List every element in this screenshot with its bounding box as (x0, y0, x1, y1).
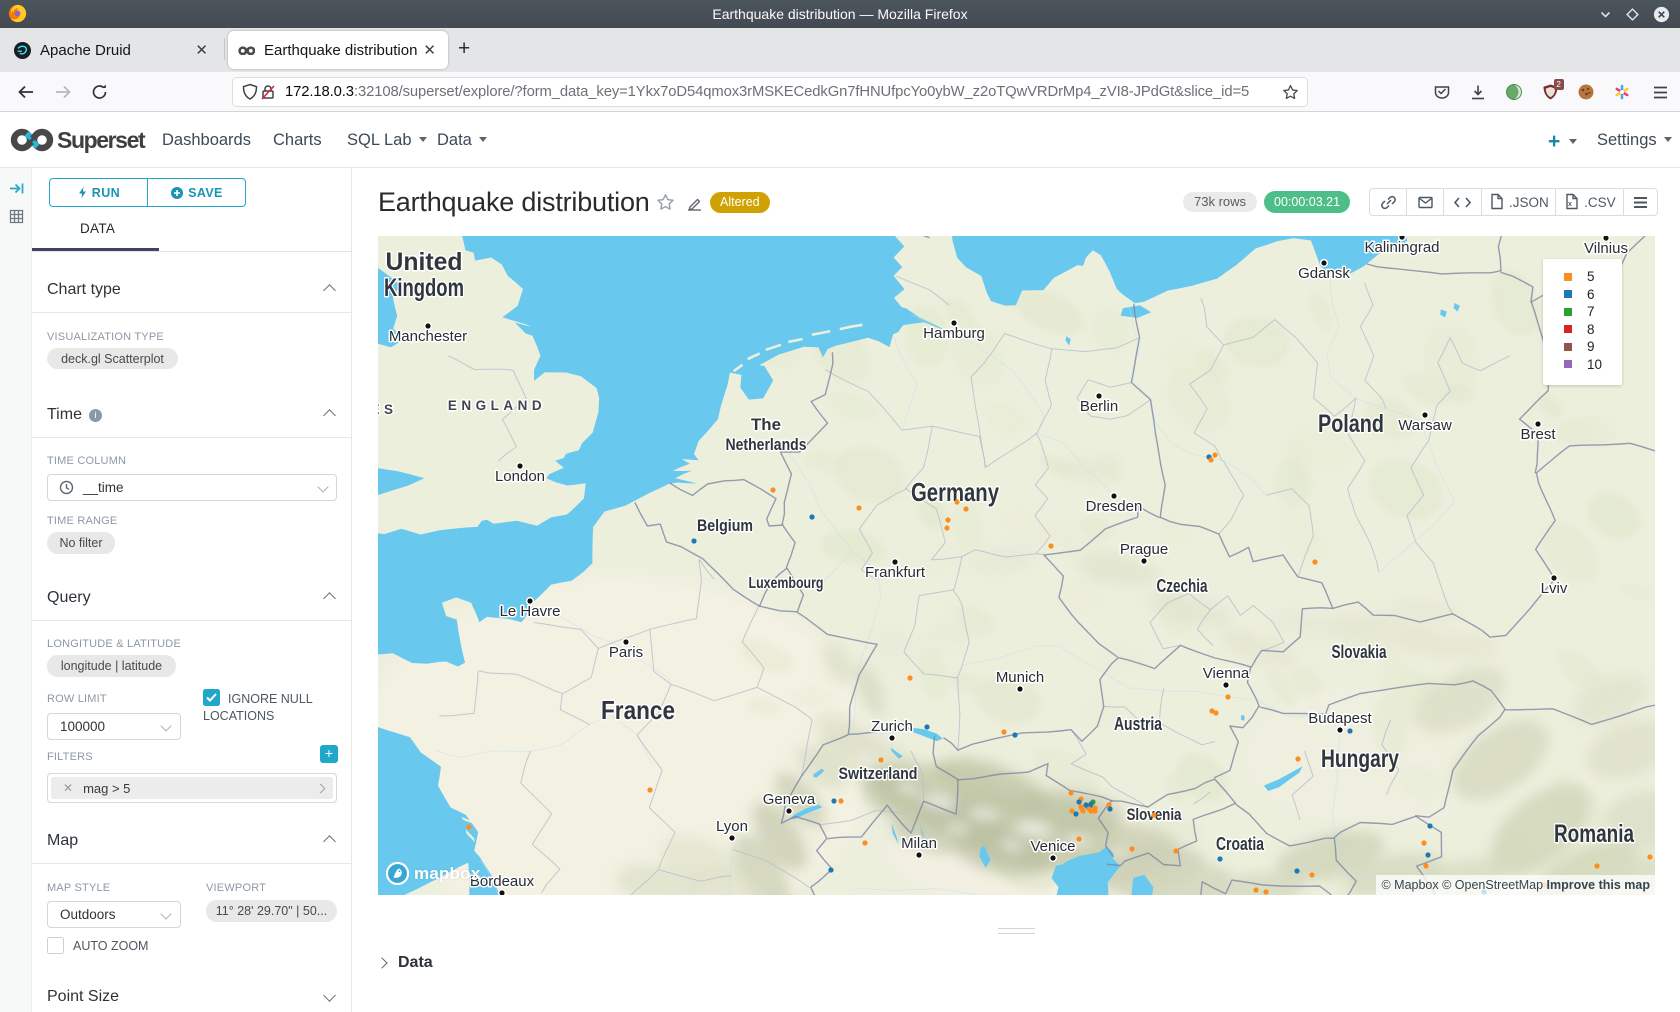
svg-text:Vilnius: Vilnius (1584, 240, 1628, 257)
svg-text:Poland: Poland (1318, 410, 1384, 438)
svg-text:x: x (1568, 201, 1572, 208)
svg-text:Venice: Venice (1030, 838, 1075, 855)
svg-text:Gdansk: Gdansk (1298, 265, 1350, 282)
svg-text:Lviv: Lviv (1541, 580, 1568, 597)
svg-text:The: The (751, 415, 781, 434)
svg-text:Brest: Brest (1520, 426, 1556, 443)
svg-text:Zurich: Zurich (871, 718, 913, 735)
svg-text:ES: ES (378, 402, 398, 417)
svg-text:Paris: Paris (609, 644, 643, 661)
svg-text:Warsaw: Warsaw (1398, 417, 1452, 434)
svg-text:Vienna: Vienna (1203, 665, 1250, 682)
svg-text:Frankfurt: Frankfurt (865, 564, 926, 581)
svg-text:France: France (601, 695, 675, 725)
svg-text:Luxembourg: Luxembourg (749, 575, 824, 592)
svg-text:Hamburg: Hamburg (923, 325, 985, 342)
svg-text:Geneva: Geneva (763, 791, 816, 808)
svg-text:Czechia: Czechia (1157, 576, 1209, 596)
svg-text:Munich: Munich (996, 669, 1044, 686)
svg-text:Manchester: Manchester (389, 328, 467, 345)
svg-text:Lyon: Lyon (716, 818, 748, 835)
svg-text:Austria: Austria (1114, 714, 1163, 734)
svg-text:Milan: Milan (901, 835, 937, 852)
svg-text:Slovakia: Slovakia (1332, 642, 1388, 662)
svg-text:Dresden: Dresden (1086, 498, 1143, 515)
svg-text:Le Havre: Le Havre (500, 603, 561, 620)
svg-text:Croatia: Croatia (1216, 834, 1265, 854)
svg-text:London: London (495, 468, 545, 485)
svg-text:Kaliningrad: Kaliningrad (1364, 239, 1439, 256)
svg-text:Kingdom: Kingdom (384, 274, 464, 302)
svg-text:Budapest: Budapest (1308, 710, 1372, 727)
svg-text:United: United (386, 248, 463, 276)
svg-text:Netherlands: Netherlands (726, 435, 807, 454)
svg-text:ENGLAND: ENGLAND (448, 398, 546, 413)
svg-text:Romania: Romania (1554, 820, 1635, 848)
svg-text:Belgium: Belgium (697, 516, 753, 535)
svg-text:Berlin: Berlin (1080, 398, 1118, 415)
svg-text:Prague: Prague (1120, 541, 1168, 558)
svg-text:Switzerland: Switzerland (839, 764, 918, 783)
svg-text:Hungary: Hungary (1321, 745, 1399, 773)
